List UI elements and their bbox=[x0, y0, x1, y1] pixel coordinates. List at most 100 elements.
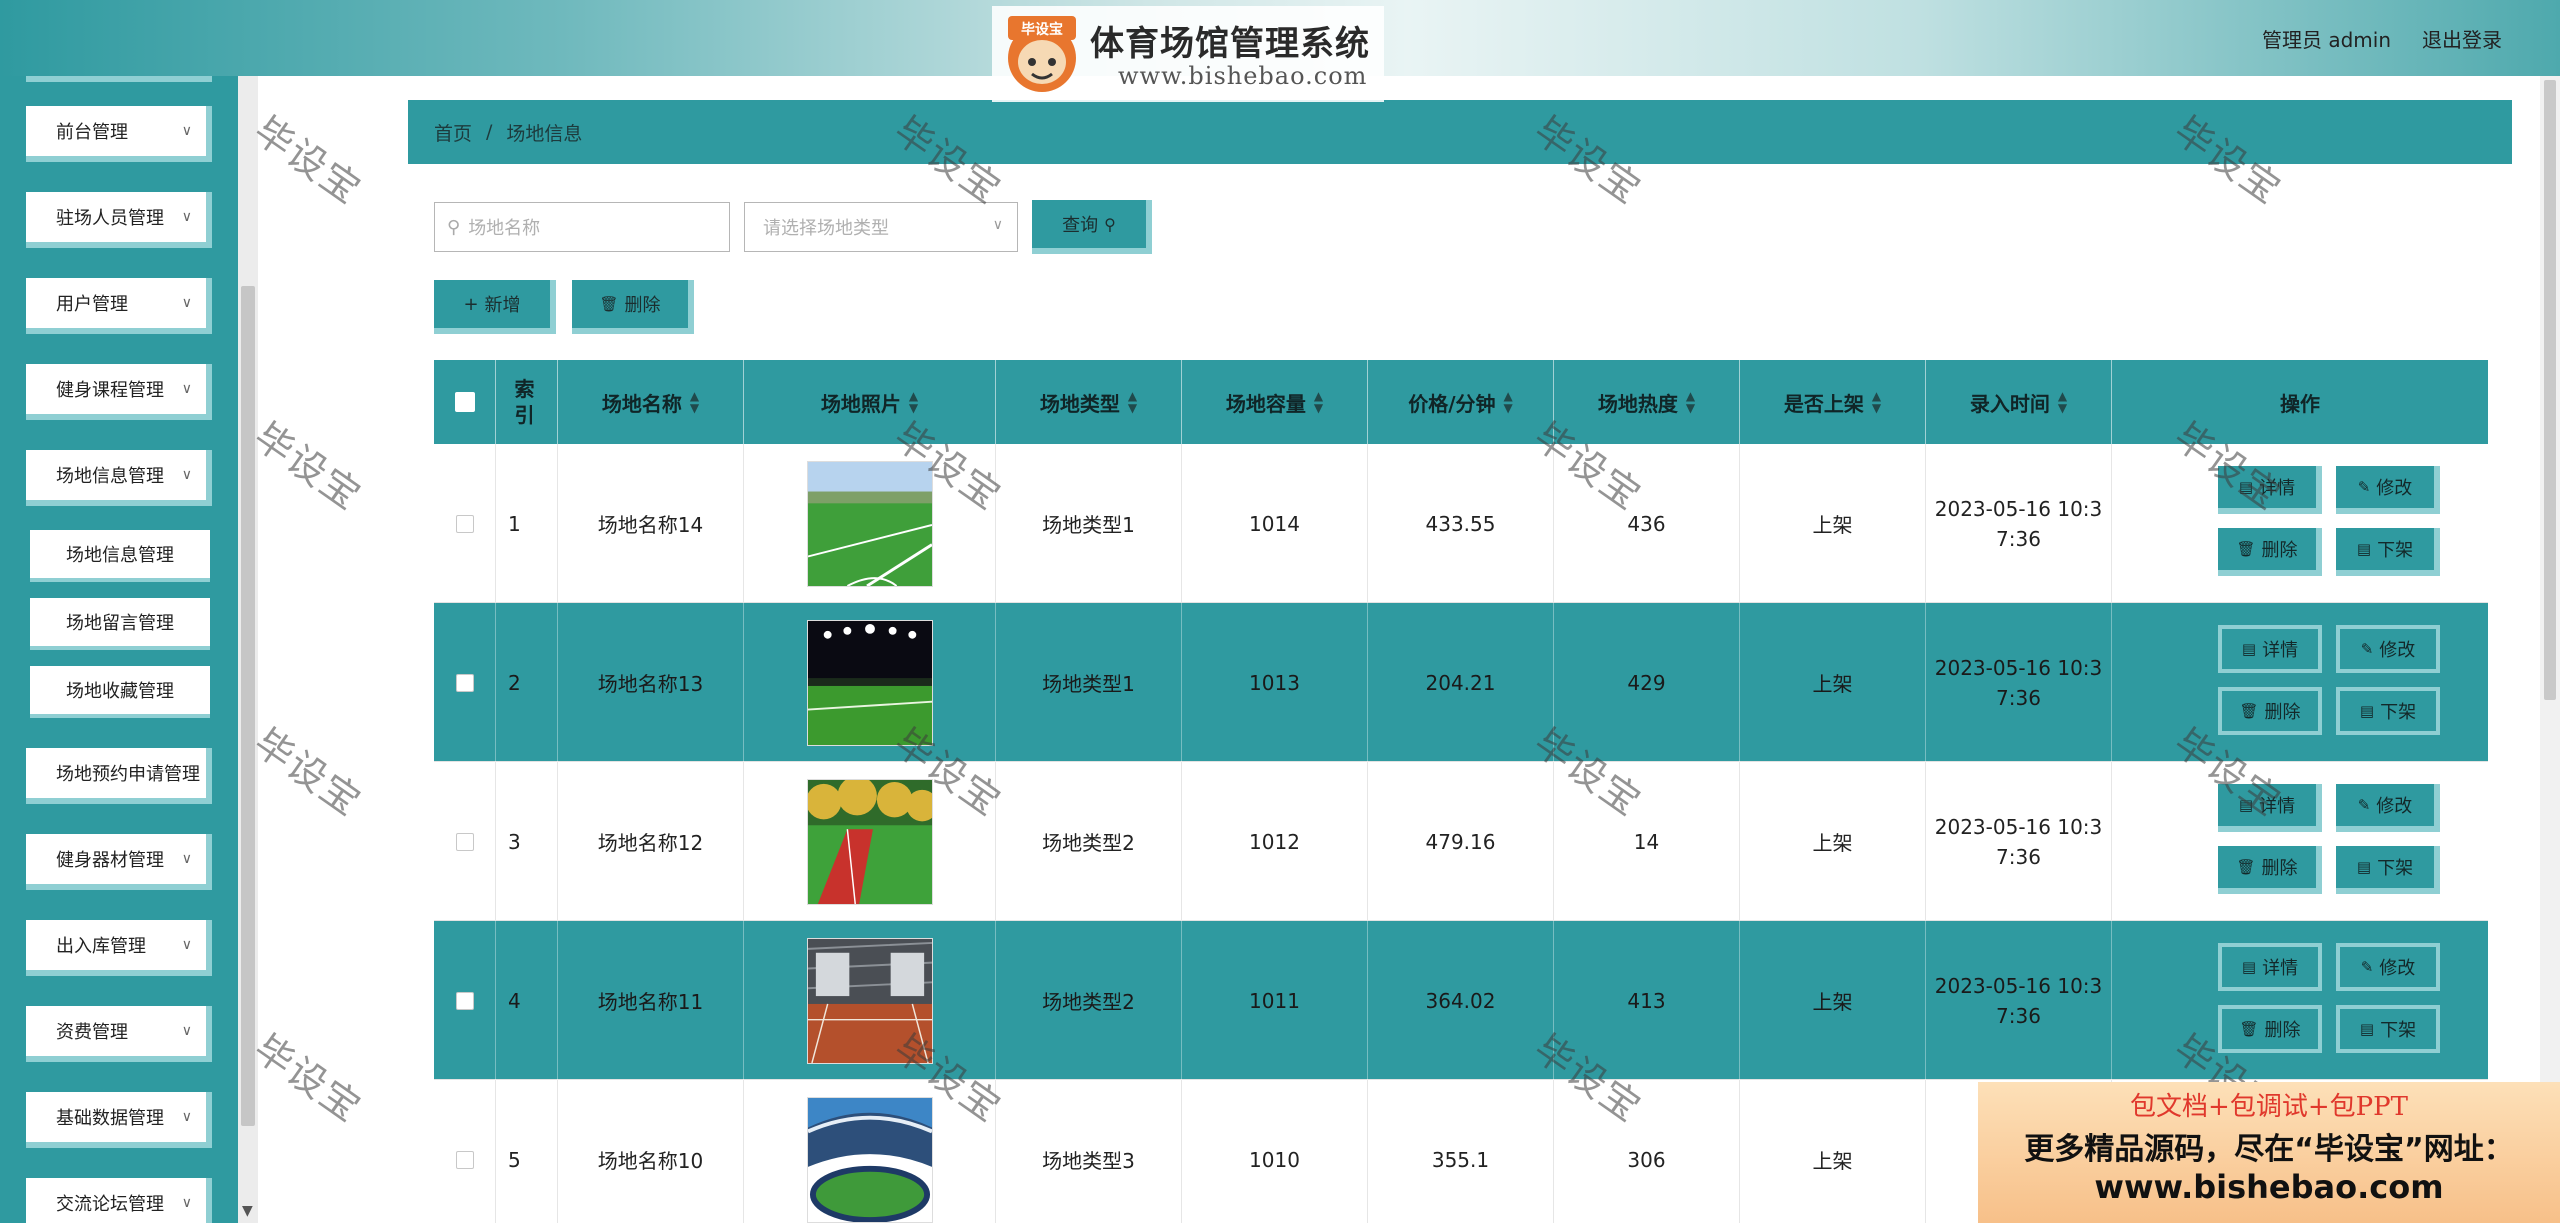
top-header: 毕设宝 www.bishebao.com 体育场馆管理系统 管理员 admin … bbox=[0, 0, 2560, 102]
sidebar-item-basic-data[interactable]: 基础数据管理 ∨ bbox=[26, 1092, 212, 1148]
sort-icon[interactable]: ▲ ▼ bbox=[909, 390, 918, 414]
detail-button[interactable]: ▤ 详情 bbox=[2218, 943, 2322, 991]
sidebar-subitem-venue-info[interactable]: 场地信息管理 bbox=[30, 530, 210, 582]
th-name-label: 场地名称 bbox=[601, 391, 682, 416]
venue-name-search-input[interactable]: ⚲ 场地名称 bbox=[434, 202, 730, 252]
sort-icon[interactable]: ▲ ▼ bbox=[690, 390, 699, 414]
edit-button[interactable]: ✎ 修改 bbox=[2336, 784, 2440, 832]
venue-photo[interactable] bbox=[806, 937, 933, 1064]
sort-icon[interactable]: ▲ ▼ bbox=[1872, 390, 1881, 414]
th-name[interactable]: 场地名称 ▲ ▼ bbox=[558, 360, 744, 444]
cell-listed: 上架 bbox=[1740, 762, 1926, 921]
venue-type-select[interactable]: 请选择场地类型 ∨ bbox=[744, 202, 1018, 252]
watermark: 毕设宝 bbox=[246, 719, 370, 825]
sidebar-item-users[interactable]: 用户管理 ∨ bbox=[26, 278, 212, 334]
th-time[interactable]: 录入时间 ▲ ▼ bbox=[1926, 360, 2112, 444]
edit-button[interactable]: ✎ 修改 bbox=[2336, 625, 2440, 673]
logout-button[interactable]: 退出登录 bbox=[2422, 24, 2502, 53]
breadcrumb-home[interactable]: 首页 bbox=[434, 119, 472, 146]
row-checkbox[interactable] bbox=[455, 1150, 474, 1169]
svg-text:毕设宝: 毕设宝 bbox=[1021, 21, 1063, 38]
unlist-button[interactable]: ▤ 下架 bbox=[2336, 687, 2440, 735]
sort-icon[interactable]: ▲ ▼ bbox=[1314, 390, 1323, 414]
promo-line-3: www.bishebao.com bbox=[2094, 1168, 2444, 1206]
delete-label: 删除 bbox=[2264, 702, 2301, 723]
cell-time: 2023-05-16 10:3 7:36 bbox=[1926, 603, 2112, 762]
sidebar-item-equipment[interactable]: 健身器材管理 ∨ bbox=[26, 834, 212, 890]
unlist-button[interactable]: ▤ 下架 bbox=[2336, 528, 2440, 576]
trash-icon: 🗑 bbox=[2236, 540, 2256, 558]
th-index: 索引 bbox=[496, 360, 558, 444]
scroll-down-arrow-icon[interactable]: ▼ bbox=[242, 1203, 253, 1219]
th-heat[interactable]: 场地热度 ▲ ▼ bbox=[1554, 360, 1740, 444]
unlist-button[interactable]: ▤ 下架 bbox=[2336, 846, 2440, 894]
sidebar-item-label: 资费管理 bbox=[56, 1022, 128, 1043]
th-listed[interactable]: 是否上架 ▲ ▼ bbox=[1740, 360, 1926, 444]
select-placeholder: 请选择场地类型 bbox=[763, 218, 889, 239]
detail-button[interactable]: ▤ 详情 bbox=[2218, 466, 2322, 514]
trash-icon: 🗑 bbox=[2239, 1020, 2259, 1038]
sort-icon[interactable]: ▲ ▼ bbox=[1504, 390, 1513, 414]
admin-label: 管理员 admin bbox=[2262, 28, 2392, 52]
delete-label: 删除 bbox=[2264, 1020, 2301, 1041]
table-header: 索引 场地名称 ▲ ▼ 场地照片 ▲ ▼ 场地类型 ▲ ▼ 场地容量 ▲ ▼ 价格/分钟 ▲ ▼ 场… bbox=[434, 360, 2488, 444]
row-checkbox[interactable] bbox=[455, 832, 474, 851]
breadcrumb-separator: / bbox=[486, 121, 493, 143]
time-line-1: 2023-05-16 10:3 bbox=[1934, 496, 2103, 521]
venue-photo[interactable] bbox=[806, 460, 933, 587]
row-checkbox[interactable] bbox=[455, 514, 474, 533]
promo-banner[interactable]: 包文档+包调试+包PPT 更多精品源码，尽在“毕设宝”网址： www.bishe… bbox=[1978, 1082, 2560, 1223]
row-checkbox[interactable] bbox=[455, 991, 474, 1010]
delete-button[interactable]: 🗑 删除 bbox=[2218, 528, 2322, 576]
sidebar-item-front[interactable]: 前台管理 ∨ bbox=[26, 106, 212, 162]
th-photo[interactable]: 场地照片 ▲ ▼ bbox=[744, 360, 996, 444]
sidebar-item-venue-info[interactable]: 场地信息管理 ∨ bbox=[26, 450, 212, 506]
cell-ops: ▤ 详情 ✎ 修改 🗑 删除 ▤ 下架 bbox=[2112, 921, 2488, 1080]
bulk-delete-button[interactable]: 🗑 删除 bbox=[572, 280, 694, 334]
sidebar-item-booking[interactable]: 场地预约申请管理 bbox=[26, 748, 212, 804]
edit-button[interactable]: ✎ 修改 bbox=[2336, 466, 2440, 514]
unlist-label: 下架 bbox=[2377, 858, 2414, 879]
sidebar-item-label: 用户管理 bbox=[56, 294, 128, 315]
query-button[interactable]: 查询 ⚲ bbox=[1032, 200, 1152, 254]
plus-icon: + bbox=[463, 293, 479, 315]
detail-button[interactable]: ▤ 详情 bbox=[2218, 784, 2322, 832]
venue-photo[interactable] bbox=[806, 619, 933, 746]
sort-icon[interactable]: ▲ ▼ bbox=[1128, 390, 1137, 414]
sidebar-subitem-venue-messages[interactable]: 场地留言管理 bbox=[30, 598, 210, 650]
row-checkbox-cell bbox=[434, 444, 496, 603]
promo-line-1: 包文档+包调试+包PPT bbox=[2130, 1092, 2408, 1122]
sidebar-item-label: 驻场人员管理 bbox=[56, 208, 164, 229]
detail-button[interactable]: ▤ 详情 bbox=[2218, 625, 2322, 673]
sidebar-item-fees[interactable]: 资费管理 ∨ bbox=[26, 1006, 212, 1062]
sidebar-item-staff[interactable]: 驻场人员管理 ∨ bbox=[26, 192, 212, 248]
sidebar-scrollbar-thumb[interactable] bbox=[241, 286, 255, 1126]
th-capacity[interactable]: 场地容量 ▲ ▼ bbox=[1182, 360, 1368, 444]
edit-button[interactable]: ✎ 修改 bbox=[2336, 943, 2440, 991]
page-scrollbar-thumb[interactable] bbox=[2544, 80, 2556, 700]
venue-photo[interactable] bbox=[806, 1096, 933, 1223]
select-all-checkbox[interactable] bbox=[454, 392, 475, 412]
watermark: 毕设宝 bbox=[246, 107, 370, 213]
cell-index: 5 bbox=[496, 1080, 558, 1223]
delete-button[interactable]: 🗑 删除 bbox=[2218, 687, 2322, 735]
delete-button[interactable]: 🗑 删除 bbox=[2218, 846, 2322, 894]
detail-label: 详情 bbox=[2259, 796, 2296, 817]
delete-button[interactable]: 🗑 删除 bbox=[2218, 1005, 2322, 1053]
unlist-button[interactable]: ▤ 下架 bbox=[2336, 1005, 2440, 1053]
sidebar-item-courses[interactable]: 健身课程管理 ∨ bbox=[26, 364, 212, 420]
venue-photo[interactable] bbox=[806, 778, 933, 905]
th-type[interactable]: 场地类型 ▲ ▼ bbox=[996, 360, 1182, 444]
sort-icon[interactable]: ▲ ▼ bbox=[2058, 390, 2067, 414]
sidebar-subitem-venue-favorites[interactable]: 场地收藏管理 bbox=[30, 666, 210, 718]
pencil-icon: ✎ bbox=[2360, 958, 2374, 976]
sidebar-item-forum[interactable]: 交流论坛管理 ∨ bbox=[26, 1178, 212, 1223]
sidebar-top-stub bbox=[26, 76, 212, 82]
sort-icon[interactable]: ▲ ▼ bbox=[1686, 390, 1695, 414]
row-checkbox[interactable] bbox=[455, 673, 474, 692]
sidebar-item-inventory[interactable]: 出入库管理 ∨ bbox=[26, 920, 212, 976]
cell-name: 场地名称14 bbox=[558, 444, 744, 603]
th-price[interactable]: 价格/分钟 ▲ ▼ bbox=[1368, 360, 1554, 444]
watermark: 毕设宝 bbox=[246, 413, 370, 519]
add-button[interactable]: + 新增 bbox=[434, 280, 556, 334]
